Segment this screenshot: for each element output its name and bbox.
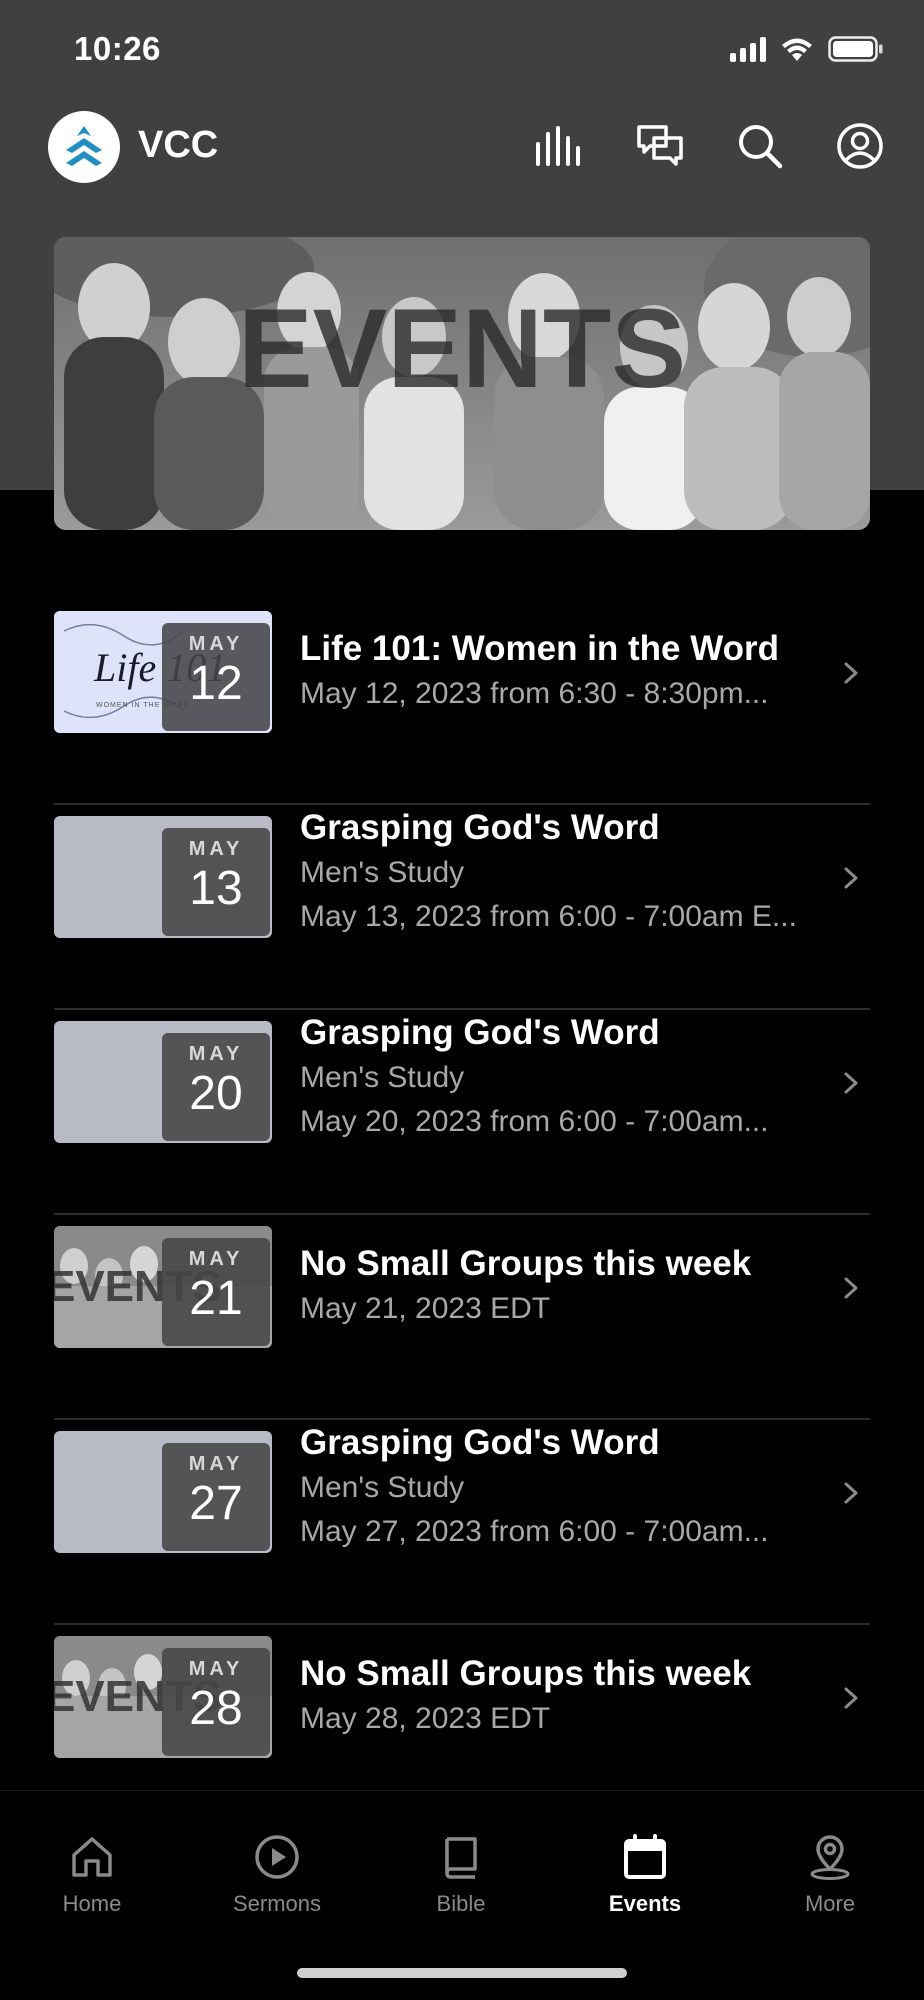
chevron-right-icon: [844, 1277, 858, 1299]
events-banner-image: EVENTS: [54, 237, 870, 530]
chevron-right-icon: [844, 1072, 858, 1094]
event-title: Grasping God's Word: [300, 1013, 660, 1052]
play-circle-icon: [255, 1835, 299, 1879]
event-thumbnail: EVENTS MAY 28: [54, 1636, 272, 1758]
date-day: 28: [189, 1682, 243, 1735]
status-bar: 10:26: [0, 0, 924, 100]
date-day: 27: [189, 1477, 243, 1530]
vcc-logo-icon: [66, 126, 102, 166]
events-screen: 10:26 VCC EVENTS Life 101 WOMEN IN THE W…: [0, 0, 924, 2000]
event-row[interactable]: EVENTS MAY 21 No Small Groups this week …: [54, 1215, 870, 1420]
profile-icon[interactable]: [832, 118, 888, 174]
home-indicator[interactable]: [297, 1968, 627, 1978]
event-subtitle: Men's Study: [300, 1061, 465, 1094]
event-text: No Small Groups this week May 21, 2023 E…: [300, 1241, 840, 1331]
event-thumbnail: MAY 13: [54, 816, 272, 938]
chevron-right-icon: [844, 867, 858, 889]
date-month: MAY: [188, 1248, 244, 1270]
cellular-signal-icon: [730, 36, 766, 62]
event-text: Grasping God's Word Men's Study May 20, …: [300, 1010, 840, 1144]
map-pin-icon: [810, 1835, 850, 1880]
event-text: No Small Groups this week May 28, 2023 E…: [300, 1651, 840, 1741]
date-month: MAY: [188, 1453, 244, 1475]
tab-home[interactable]: Home: [12, 1833, 172, 1917]
date-badge: MAY 20: [162, 1033, 270, 1141]
event-row[interactable]: MAY 20 Grasping God's Word Men's Study M…: [54, 1010, 870, 1215]
events-list: Life 101 WOMEN IN THE WORD MAY 12 Life 1…: [54, 600, 870, 1830]
tab-events[interactable]: Events: [565, 1833, 725, 1917]
event-title: No Small Groups this week: [300, 1654, 752, 1693]
event-row[interactable]: Life 101 WOMEN IN THE WORD MAY 12 Life 1…: [54, 600, 870, 805]
search-icon[interactable]: [732, 118, 788, 174]
date-month: MAY: [188, 1658, 244, 1680]
date-badge: MAY 28: [162, 1648, 270, 1756]
app-logo[interactable]: [48, 111, 120, 183]
chevron-right-icon: [844, 1482, 858, 1504]
tab-sermons[interactable]: Sermons: [197, 1833, 357, 1917]
home-icon: [72, 1837, 112, 1877]
event-subtitle: Men's Study: [300, 856, 465, 889]
date-day: 12: [189, 657, 243, 710]
event-title: No Small Groups this week: [300, 1244, 752, 1283]
calendar-icon: [624, 1834, 666, 1879]
chevron-right-icon: [844, 1687, 858, 1709]
banner-title: EVENTS: [238, 286, 686, 411]
event-thumbnail: Life 101 WOMEN IN THE WORD MAY 12: [54, 611, 272, 733]
event-title: Life 101: Women in the Word: [300, 629, 780, 668]
date-month: MAY: [188, 1043, 244, 1065]
chat-icon[interactable]: [632, 118, 688, 174]
tab-bible[interactable]: Bible: [381, 1833, 541, 1917]
event-row[interactable]: MAY 27 Grasping God's Word Men's Study M…: [54, 1420, 870, 1625]
event-subtitle: Men's Study: [300, 1471, 465, 1504]
event-datetime: May 20, 2023 from 6:00 - 7:00am...: [300, 1105, 769, 1138]
event-title: Grasping God's Word: [300, 1423, 660, 1462]
audio-bars-icon[interactable]: [532, 118, 588, 174]
tab-more[interactable]: More: [750, 1833, 910, 1917]
date-day: 13: [189, 862, 243, 915]
date-month: MAY: [188, 838, 244, 860]
date-badge: MAY 21: [162, 1238, 270, 1346]
book-icon: [445, 1837, 477, 1879]
date-day: 20: [189, 1067, 243, 1120]
tab-label: Events: [608, 1891, 682, 1916]
status-time: 10:26: [74, 30, 161, 67]
date-badge: MAY 27: [162, 1443, 270, 1551]
event-text: Life 101: Women in the Word May 12, 2023…: [300, 626, 840, 716]
tab-label: More: [804, 1891, 856, 1916]
tab-label: Bible: [436, 1891, 486, 1916]
event-datetime: May 12, 2023 from 6:30 - 8:30pm...: [300, 677, 769, 710]
event-datetime: May 27, 2023 from 6:00 - 7:00am...: [300, 1515, 769, 1548]
header-actions: [532, 118, 888, 174]
tab-label: Sermons: [232, 1891, 322, 1916]
event-text: Grasping God's Word Men's Study May 27, …: [300, 1420, 840, 1554]
event-datetime: May 28, 2023 EDT: [300, 1702, 551, 1735]
events-banner: EVENTS: [54, 237, 870, 530]
date-month: MAY: [188, 633, 244, 655]
date-badge: MAY 12: [162, 623, 270, 731]
date-day: 21: [189, 1272, 243, 1325]
event-row[interactable]: MAY 13 Grasping God's Word Men's Study M…: [54, 805, 870, 1010]
tab-label: Home: [62, 1891, 122, 1916]
event-thumbnail: EVENTS MAY 21: [54, 1226, 272, 1348]
wifi-icon: [782, 38, 812, 61]
chevron-right-icon: [844, 662, 858, 684]
event-text: Grasping God's Word Men's Study May 13, …: [300, 805, 840, 939]
app-header: VCC: [0, 108, 924, 188]
status-icons: [730, 36, 884, 62]
event-thumbnail: MAY 20: [54, 1021, 272, 1143]
event-datetime: May 13, 2023 from 6:00 - 7:00am E...: [300, 900, 797, 933]
app-title: VCC: [138, 124, 219, 166]
battery-icon: [828, 36, 883, 62]
date-badge: MAY 13: [162, 828, 270, 936]
event-datetime: May 21, 2023 EDT: [300, 1292, 551, 1325]
event-thumbnail: MAY 27: [54, 1431, 272, 1553]
event-title: Grasping God's Word: [300, 808, 660, 847]
